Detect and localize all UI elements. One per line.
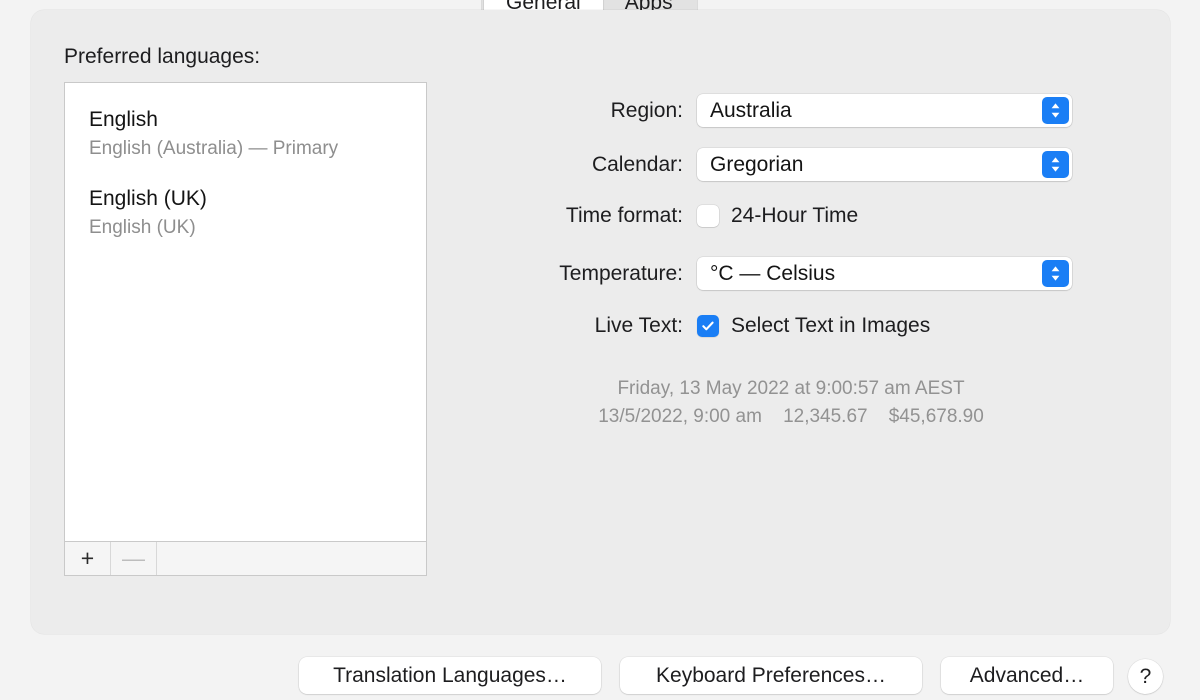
calendar-label: Calendar:	[591, 152, 683, 176]
sample-currency: $45,678.90	[888, 406, 984, 427]
remove-language-button: —	[111, 542, 157, 575]
select-text-in-images-checkbox[interactable]	[697, 315, 719, 337]
select-text-in-images-label[interactable]: Select Text in Images	[731, 314, 930, 338]
language-title: English	[89, 108, 158, 131]
language-title: English (UK)	[89, 187, 207, 210]
advanced-button[interactable]: Advanced…	[941, 657, 1113, 694]
format-samples: Friday, 13 May 2022 at 9:00:57 am AEST 1…	[461, 375, 1121, 431]
language-subtitle: English (Australia) — Primary	[89, 138, 339, 159]
language-region-preferences: General Apps Preferred languages: Englis…	[0, 0, 1200, 700]
time-format-label: Time format:	[565, 204, 683, 227]
sample-secondary-line: 13/5/2022, 9:00 am 12,345.67 $45,678.90	[461, 403, 1121, 431]
chevron-up-down-icon	[1042, 260, 1069, 287]
temperature-value: °C — Celsius	[710, 261, 836, 285]
calendar-value: Gregorian	[710, 152, 804, 176]
list-item[interactable]: English (UK) English (UK)	[89, 186, 416, 240]
temperature-select[interactable]: °C — Celsius	[697, 257, 1072, 290]
language-list-toolbar: + —	[64, 542, 427, 576]
row-temperature: Temperature: °C — Celsius	[461, 257, 1072, 290]
sample-full-datetime: Friday, 13 May 2022 at 9:00:57 am AEST	[617, 378, 965, 399]
region-select[interactable]: Australia	[697, 94, 1072, 127]
sample-number: 12,345.67	[783, 406, 868, 427]
chevron-up-down-icon	[1042, 97, 1069, 124]
translation-languages-button[interactable]: Translation Languages…	[299, 657, 601, 694]
row-time-format: Time format: 24-Hour Time	[461, 204, 858, 228]
live-text-label: Live Text:	[594, 314, 683, 337]
row-region: Region: Australia	[461, 94, 1072, 127]
temperature-label: Temperature:	[559, 261, 683, 285]
region-label: Region:	[610, 98, 683, 122]
calendar-select[interactable]: Gregorian	[697, 148, 1072, 181]
preferred-languages-label: Preferred languages:	[64, 45, 261, 68]
chevron-up-down-icon	[1042, 151, 1069, 178]
checkmark-icon	[700, 318, 716, 334]
24-hour-time-checkbox[interactable]	[697, 205, 719, 227]
sample-short-date: 13/5/2022, 9:00 am	[598, 406, 762, 427]
preferred-languages-list[interactable]: English English (Australia) — Primary En…	[64, 82, 427, 542]
list-item[interactable]: English English (Australia) — Primary	[89, 107, 416, 161]
language-subtitle: English (UK)	[89, 217, 196, 238]
row-live-text: Live Text: Select Text in Images	[461, 314, 930, 338]
keyboard-preferences-button[interactable]: Keyboard Preferences…	[620, 657, 922, 694]
region-value: Australia	[710, 98, 792, 122]
row-calendar: Calendar: Gregorian	[461, 148, 1072, 181]
preferences-panel: Preferred languages: English English (Au…	[31, 10, 1170, 634]
24-hour-time-label[interactable]: 24-Hour Time	[731, 204, 858, 228]
add-language-button[interactable]: +	[65, 542, 111, 575]
help-button[interactable]: ?	[1128, 659, 1163, 694]
